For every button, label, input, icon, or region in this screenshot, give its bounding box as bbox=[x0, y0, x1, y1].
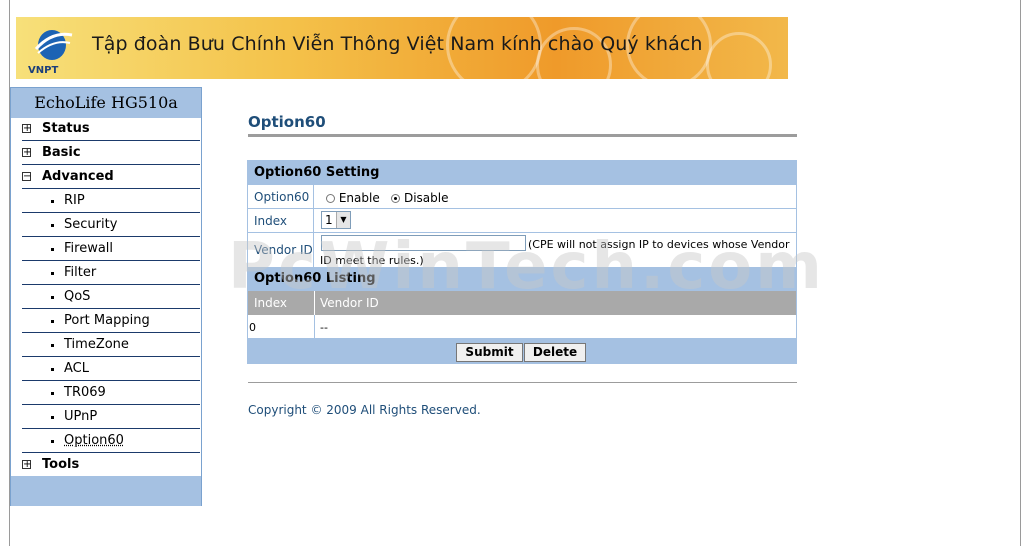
sidebar-item-tools[interactable]: + Tools bbox=[22, 454, 200, 477]
listing-table-header: Index Vendor ID bbox=[248, 291, 796, 315]
footer-divider bbox=[248, 382, 797, 383]
sidebar-item-label: Filter bbox=[64, 265, 97, 280]
vnpt-logo: VNPT bbox=[24, 23, 92, 76]
sidebar-item-label: Tools bbox=[42, 457, 80, 472]
enable-radio-label: Enable bbox=[338, 191, 380, 205]
index-label: Index bbox=[248, 209, 314, 232]
title-divider bbox=[248, 134, 797, 137]
option60-row: Option60 Enable Disable bbox=[248, 185, 796, 209]
sidebar-item-acl[interactable]: ACL bbox=[22, 358, 200, 381]
sidebar-item-label: RIP bbox=[64, 193, 85, 208]
banner-greeting: Tập đoàn Bưu Chính Viễn Thông Việt Nam k… bbox=[92, 33, 703, 55]
window-right-border bbox=[1020, 0, 1021, 546]
expand-icon[interactable]: + bbox=[22, 124, 31, 134]
expand-icon[interactable]: + bbox=[22, 460, 31, 470]
sidebar-item-upnp[interactable]: UPnP bbox=[22, 406, 200, 429]
table-row[interactable]: 0 -- bbox=[248, 315, 796, 339]
index-select[interactable]: 1 ▼ bbox=[321, 211, 351, 229]
chevron-down-icon[interactable]: ▼ bbox=[336, 212, 350, 228]
listing-section-header: Option60 Listing bbox=[248, 267, 796, 291]
option60-label: Option60 bbox=[248, 185, 314, 208]
sidebar-nav: EchoLife HG510a + Status + Basic − Advan… bbox=[10, 87, 202, 506]
sidebar-item-label: UPnP bbox=[64, 409, 98, 424]
sidebar-item-rip[interactable]: RIP bbox=[22, 190, 200, 213]
column-header-index: Index bbox=[254, 296, 288, 310]
option60-radio-group: Enable Disable bbox=[326, 185, 449, 211]
expand-icon[interactable]: + bbox=[22, 148, 31, 158]
option60-panel: Option60 Setting Option60 Enable Disable… bbox=[247, 160, 797, 364]
header-banner: VNPT Tập đoàn Bưu Chính Viễn Thông Việt … bbox=[16, 17, 788, 79]
sidebar-item-label: Status bbox=[42, 121, 90, 136]
sidebar-footer bbox=[11, 476, 201, 506]
sidebar-item-option60[interactable]: Option60 bbox=[22, 430, 200, 453]
column-divider bbox=[314, 291, 315, 315]
collapse-icon[interactable]: − bbox=[22, 172, 31, 182]
sidebar-item-label: Port Mapping bbox=[64, 313, 150, 328]
banner-swirl bbox=[706, 32, 772, 79]
column-divider bbox=[314, 315, 315, 339]
sidebar-item-security[interactable]: Security bbox=[22, 214, 200, 237]
sidebar-item-label: Basic bbox=[42, 145, 81, 160]
sidebar-item-port-mapping[interactable]: Port Mapping bbox=[22, 310, 200, 333]
svg-text:VNPT: VNPT bbox=[28, 65, 58, 75]
sidebar-item-advanced[interactable]: − Advanced bbox=[22, 166, 200, 189]
sidebar-item-label: Firewall bbox=[64, 241, 114, 256]
bullet-icon bbox=[51, 248, 54, 251]
sidebar-item-label: Advanced bbox=[42, 169, 114, 184]
index-select-value: 1 bbox=[325, 213, 333, 227]
sidebar-item-basic[interactable]: + Basic bbox=[22, 142, 200, 165]
index-row: Index 1 ▼ bbox=[248, 209, 796, 233]
bullet-icon bbox=[51, 416, 54, 419]
row-vendor-id: -- bbox=[320, 321, 328, 334]
sidebar-item-status[interactable]: + Status bbox=[22, 118, 200, 141]
device-model-title: EchoLife HG510a bbox=[11, 88, 201, 118]
disable-radio-label: Disable bbox=[403, 191, 449, 205]
bullet-icon bbox=[51, 440, 54, 443]
bullet-icon bbox=[51, 200, 54, 203]
bullet-icon bbox=[51, 344, 54, 347]
sidebar-item-label: Security bbox=[64, 217, 118, 232]
sidebar-item-label: TimeZone bbox=[64, 337, 129, 352]
page-title: Option60 bbox=[248, 113, 326, 131]
sidebar-item-firewall[interactable]: Firewall bbox=[22, 238, 200, 261]
setting-section-header: Option60 Setting bbox=[248, 161, 796, 185]
column-header-vendor-id: Vendor ID bbox=[320, 296, 379, 310]
sidebar-item-label: ACL bbox=[64, 361, 89, 376]
vendor-id-row: Vendor ID (CPE will not assign IP to dev… bbox=[248, 233, 796, 267]
vendor-id-cell: (CPE will not assign IP to devices whose… bbox=[314, 233, 794, 267]
bullet-icon bbox=[51, 392, 54, 395]
vendor-id-hint: (CPE will not assign IP to devices whose… bbox=[320, 238, 790, 267]
sidebar-item-filter[interactable]: Filter bbox=[22, 262, 200, 285]
sidebar-item-timezone[interactable]: TimeZone bbox=[22, 334, 200, 357]
bullet-icon bbox=[51, 368, 54, 371]
disable-radio[interactable] bbox=[391, 194, 401, 203]
index-select-cell: 1 ▼ bbox=[314, 209, 414, 233]
bullet-icon bbox=[51, 224, 54, 227]
sidebar-item-label: Option60 bbox=[64, 433, 124, 448]
bullet-icon bbox=[51, 320, 54, 323]
delete-button[interactable]: Delete bbox=[524, 343, 586, 362]
enable-radio[interactable] bbox=[326, 194, 335, 203]
sidebar-item-tr069[interactable]: TR069 bbox=[22, 382, 200, 405]
vendor-id-label: Vendor ID bbox=[248, 233, 314, 267]
bullet-icon bbox=[51, 296, 54, 299]
copyright-text: Copyright © 2009 All Rights Reserved. bbox=[248, 403, 481, 417]
submit-button[interactable]: Submit bbox=[456, 343, 523, 362]
sidebar-item-label: TR069 bbox=[64, 385, 106, 400]
sidebar-item-qos[interactable]: QoS bbox=[22, 286, 200, 309]
bullet-icon bbox=[51, 272, 54, 275]
sidebar-item-label: QoS bbox=[64, 289, 91, 304]
row-index: 0 bbox=[249, 321, 256, 334]
